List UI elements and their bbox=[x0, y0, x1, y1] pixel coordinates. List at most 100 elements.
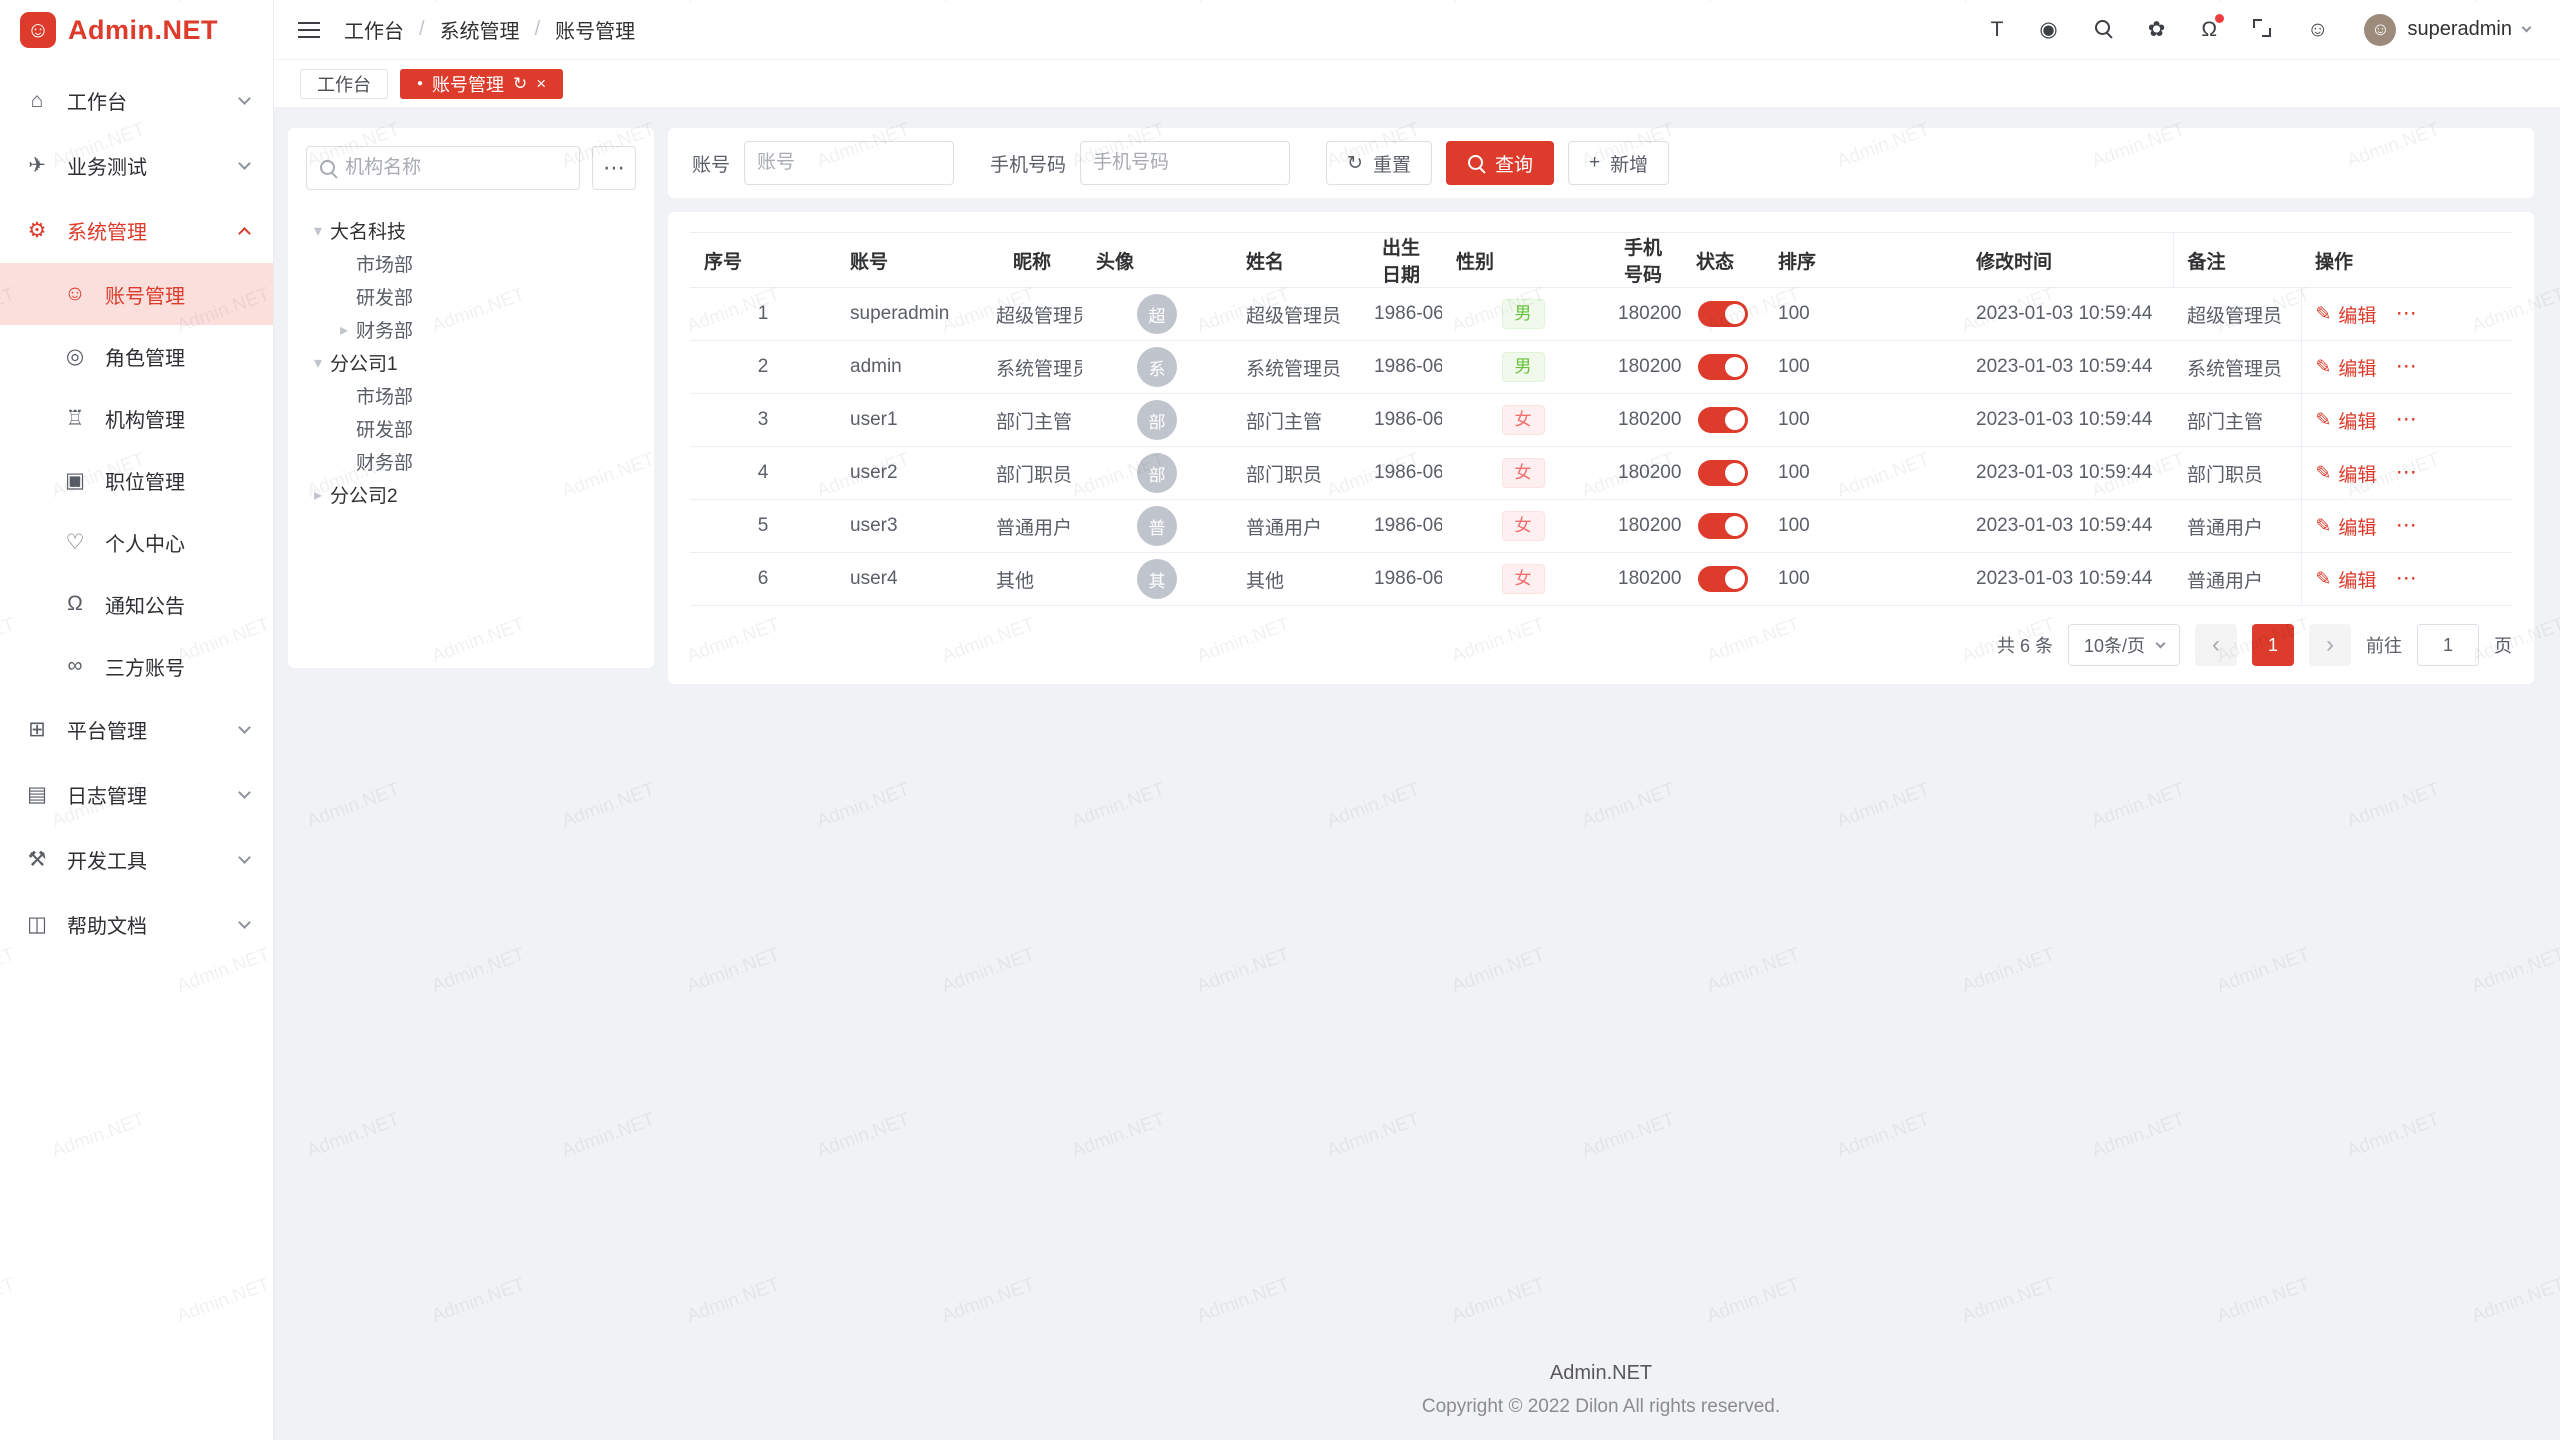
caret-icon[interactable] bbox=[332, 320, 356, 340]
sidebar-item[interactable]: ∞ 三方账号 bbox=[0, 635, 273, 697]
tree-node[interactable]: 财务部 bbox=[306, 445, 636, 478]
tab-refresh-icon[interactable]: ↻ bbox=[513, 74, 527, 94]
edit-icon: ✎ bbox=[2316, 515, 2332, 538]
org-search-input[interactable] bbox=[345, 157, 567, 179]
cell-actions: ✎ 编辑 ⋯ bbox=[2301, 447, 2512, 500]
sidebar-item[interactable]: ▤ 日志管理 bbox=[0, 762, 273, 827]
accounts-table: 序号账号昵称头像姓名出生日期性别手机号码状态排序修改时间备注操作 1 super… bbox=[690, 232, 2512, 606]
sidebar-item[interactable]: ⊞ 平台管理 bbox=[0, 697, 273, 762]
edit-button[interactable]: ✎ 编辑 bbox=[2316, 354, 2377, 381]
cell-nickname: 超级管理员 bbox=[982, 288, 1082, 341]
tree-node[interactable]: 研发部 bbox=[306, 412, 636, 445]
sidebar-item[interactable]: ◫ 帮助文档 bbox=[0, 892, 273, 957]
status-toggle[interactable] bbox=[1698, 460, 1748, 486]
row-more-button[interactable]: ⋯ bbox=[2396, 355, 2417, 378]
edit-button[interactable]: ✎ 编辑 bbox=[2316, 513, 2377, 540]
status-toggle[interactable] bbox=[1698, 566, 1748, 592]
edit-icon: ✎ bbox=[2316, 462, 2332, 485]
sidebar-item[interactable]: ☺ 账号管理 bbox=[0, 263, 273, 325]
edit-button[interactable]: ✎ 编辑 bbox=[2316, 460, 2377, 487]
add-button[interactable]: + 新增 bbox=[1568, 141, 1669, 185]
footer-copyright: Copyright © 2022 Dilon All rights reserv… bbox=[668, 1396, 2534, 1418]
caret-icon[interactable] bbox=[306, 353, 330, 373]
status-toggle[interactable] bbox=[1698, 354, 1748, 380]
caret-icon[interactable] bbox=[306, 485, 330, 505]
cell-name: 部门职员 bbox=[1232, 447, 1360, 500]
sidebar-item[interactable]: ⚒ 开发工具 bbox=[0, 827, 273, 892]
cell-index: 4 bbox=[690, 447, 836, 500]
cell-nickname: 其他 bbox=[982, 553, 1082, 606]
tree-node[interactable]: 大名科技 bbox=[306, 214, 636, 247]
edit-button[interactable]: ✎ 编辑 bbox=[2316, 301, 2377, 328]
tree-node[interactable]: 分公司1 bbox=[306, 346, 636, 379]
phone-input[interactable] bbox=[1093, 152, 1277, 174]
status-toggle[interactable] bbox=[1698, 513, 1748, 539]
sidebar-item[interactable]: ♡ 个人中心 bbox=[0, 511, 273, 573]
page-1-button[interactable]: 1 bbox=[2252, 624, 2294, 666]
sidebar-item[interactable]: ♖ 机构管理 bbox=[0, 387, 273, 449]
row-more-button[interactable]: ⋯ bbox=[2396, 567, 2417, 590]
content-area: ⋯ 大名科技 市场部 bbox=[274, 107, 2560, 1440]
sidebar-item[interactable]: ◎ 角色管理 bbox=[0, 325, 273, 387]
font-size-icon[interactable]: T bbox=[1991, 19, 2004, 40]
breadcrumb-item[interactable]: 系统管理 bbox=[440, 15, 520, 44]
user-menu[interactable]: ☺ superadmin bbox=[2364, 14, 2530, 46]
tab[interactable]: ● 账号管理 ↻ × bbox=[400, 69, 563, 99]
caret-icon[interactable] bbox=[306, 221, 330, 241]
bell-glyph: Ω bbox=[2201, 18, 2217, 41]
row-more-button[interactable]: ⋯ bbox=[2396, 514, 2417, 537]
tab[interactable]: ● 工作台 ↻ × bbox=[300, 69, 388, 99]
sidebar-item[interactable]: ✈ 业务测试 bbox=[0, 133, 273, 198]
search-button[interactable]: 查询 bbox=[1446, 141, 1554, 185]
gender-tag: 女 bbox=[1502, 458, 1545, 488]
account-input[interactable] bbox=[757, 152, 941, 174]
row-more-button[interactable]: ⋯ bbox=[2396, 461, 2417, 484]
status-toggle[interactable] bbox=[1698, 407, 1748, 433]
next-page-button[interactable]: › bbox=[2309, 624, 2351, 666]
row-more-button[interactable]: ⋯ bbox=[2396, 302, 2417, 325]
cell-status bbox=[1682, 288, 1764, 341]
lock-screen-icon[interactable]: ☺ bbox=[2307, 19, 2328, 40]
sidebar-item[interactable]: ▣ 职位管理 bbox=[0, 449, 273, 511]
sidebar-item[interactable]: ⚙ 系统管理 bbox=[0, 198, 273, 263]
org-tree-panel: ⋯ 大名科技 市场部 bbox=[288, 128, 654, 668]
theme-color-icon[interactable]: ◉ bbox=[2039, 19, 2057, 40]
page-size-select[interactable]: 10条/页 bbox=[2068, 624, 2180, 666]
tree-node[interactable]: 分公司2 bbox=[306, 478, 636, 511]
table-row: 4 user2 部门职员 部 部门职员 1986-06-28 女 1802003… bbox=[690, 447, 2512, 500]
breadcrumb-item[interactable]: 工作台 bbox=[344, 15, 404, 44]
fullscreen-icon[interactable] bbox=[2253, 19, 2271, 41]
tree-node[interactable]: 研发部 bbox=[306, 280, 636, 313]
tree-node-label: 财务部 bbox=[356, 316, 413, 343]
edit-button[interactable]: ✎ 编辑 bbox=[2316, 566, 2377, 593]
tree-node[interactable]: 市场部 bbox=[306, 247, 636, 280]
reset-button[interactable]: ↻ 重置 bbox=[1326, 141, 1432, 185]
top-bar: 工作台 / 系统管理 / 账号管理 T ◉ ✿ Ω ☺ ☺ supera bbox=[274, 0, 2560, 60]
breadcrumb: 工作台 / 系统管理 / 账号管理 bbox=[344, 15, 635, 44]
tree-node[interactable]: 财务部 bbox=[306, 313, 636, 346]
edit-button[interactable]: ✎ 编辑 bbox=[2316, 407, 2377, 434]
row-more-button[interactable]: ⋯ bbox=[2396, 408, 2417, 431]
search-icon[interactable] bbox=[2094, 19, 2112, 41]
tree-node-label: 研发部 bbox=[356, 415, 413, 442]
cell-avatar: 部 bbox=[1082, 394, 1232, 447]
notification-icon[interactable]: Ω bbox=[2201, 19, 2217, 40]
cell-modified-time: 2023-01-03 10:59:44 bbox=[1962, 553, 2173, 606]
menu-toggle-icon[interactable] bbox=[298, 22, 320, 38]
cell-remark: 超级管理员 bbox=[2173, 288, 2301, 341]
goto-page-input[interactable] bbox=[2417, 624, 2479, 666]
theme-skin-icon[interactable]: ✿ bbox=[2148, 19, 2166, 40]
tab-close-icon[interactable]: × bbox=[536, 74, 546, 94]
cell-gender: 女 bbox=[1442, 394, 1604, 447]
sidebar-item[interactable]: ⌂ 工作台 bbox=[0, 68, 273, 133]
org-more-button[interactable]: ⋯ bbox=[592, 146, 636, 190]
cell-phone: 18020030720 bbox=[1604, 553, 1682, 606]
reset-label: 重置 bbox=[1373, 150, 1411, 177]
sidebar-item[interactable]: Ω 通知公告 bbox=[0, 573, 273, 635]
column-header: 账号 bbox=[836, 233, 982, 288]
status-toggle[interactable] bbox=[1698, 301, 1748, 327]
cell-remark: 部门主管 bbox=[2173, 394, 2301, 447]
tree-node[interactable]: 市场部 bbox=[306, 379, 636, 412]
cell-name: 超级管理员 bbox=[1232, 288, 1360, 341]
prev-page-button[interactable]: ‹ bbox=[2195, 624, 2237, 666]
